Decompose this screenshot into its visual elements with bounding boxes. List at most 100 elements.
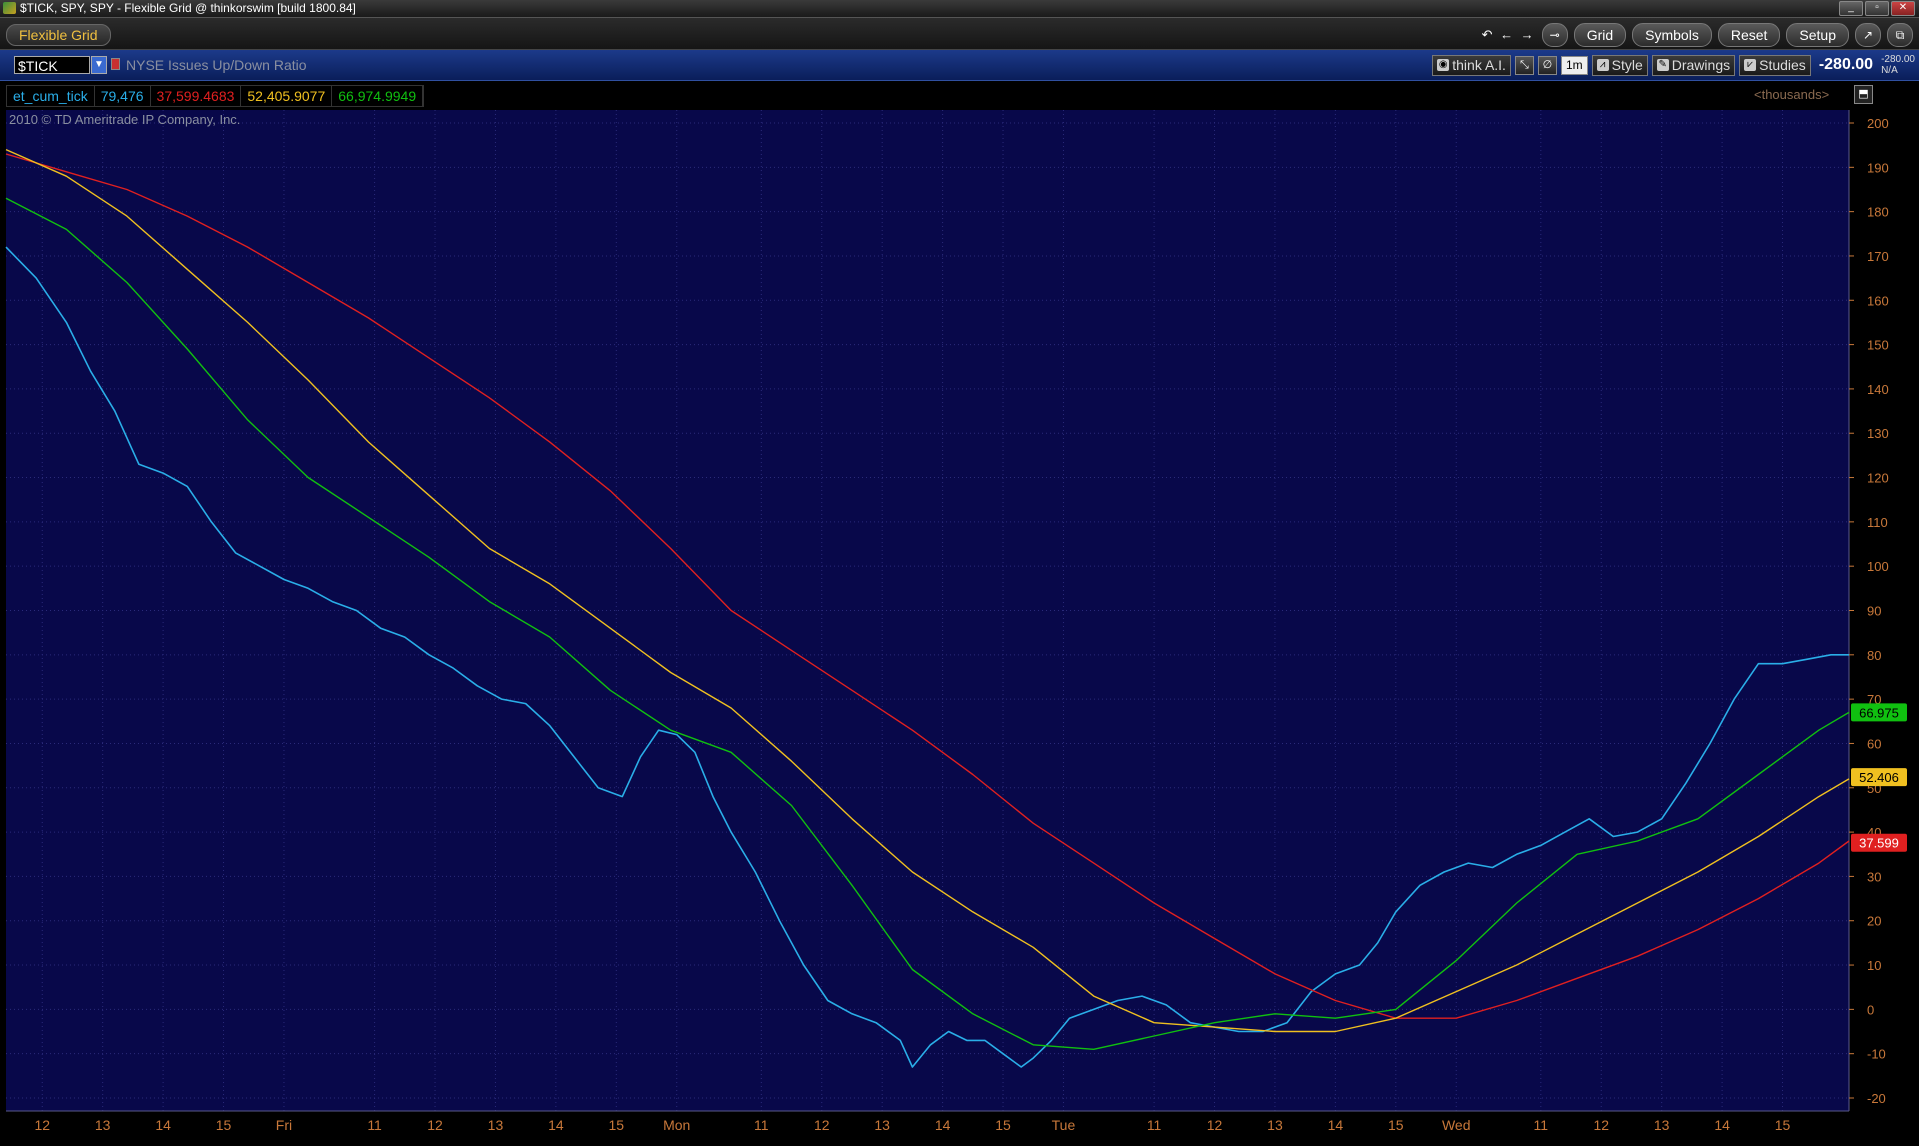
main-toolbar: Flexible Grid ↶ ← → ⊸ Grid Symbols Reset…: [0, 18, 1919, 50]
studies-icon: ⩗: [1744, 59, 1757, 71]
y-tick-label: -10: [1867, 1047, 1886, 1062]
last-price: -280.00: [1818, 56, 1874, 73]
grid-button[interactable]: Grid: [1573, 23, 1627, 47]
y-tick-label: 160: [1867, 293, 1889, 308]
y-tick-label: 0: [1867, 1002, 1874, 1017]
x-tick-label: 15: [216, 1117, 232, 1133]
close-button[interactable]: ✕: [1891, 1, 1915, 16]
detach-icon[interactable]: ⧉: [1887, 23, 1913, 47]
price-change: -280.00: [1881, 54, 1915, 65]
symbols-button[interactable]: Symbols: [1632, 23, 1712, 47]
price-change-percent: N/A: [1881, 65, 1898, 76]
x-tick-label: Wed: [1442, 1117, 1471, 1133]
x-tick-label: 15: [995, 1117, 1011, 1133]
x-tick-label: 14: [155, 1117, 171, 1133]
y-tick-label: 60: [1867, 736, 1881, 751]
window-title-bar: $TICK, SPY, SPY - Flexible Grid @ thinko…: [0, 0, 1919, 18]
maximize-button[interactable]: ▫: [1865, 1, 1889, 16]
studies-label: Studies: [1759, 56, 1806, 73]
y-tick-label: -20: [1867, 1091, 1886, 1106]
price-label: 37.599: [1859, 836, 1899, 851]
x-tick-label: 12: [1593, 1117, 1609, 1133]
study-value-red: 37,599.4683: [151, 86, 242, 106]
window-controls: _ ▫ ✕: [1839, 1, 1915, 16]
x-tick-label: 13: [488, 1117, 504, 1133]
chart-header-controls: ◉ think A.I. ⤡ ∅ 1m ⩘ Style ✎ Drawings ⩗…: [1432, 54, 1915, 76]
y-tick-label: 10: [1867, 958, 1881, 973]
timeframe-button[interactable]: 1m: [1560, 55, 1588, 75]
studies-button[interactable]: ⩗ Studies: [1739, 54, 1811, 76]
drawings-button[interactable]: ✎ Drawings: [1651, 54, 1736, 76]
drawings-label: Drawings: [1671, 56, 1731, 73]
x-tick-label: 12: [34, 1117, 50, 1133]
toolbar-actions: ↶ ← → ⊸ Grid Symbols Reset Setup ↗ ⧉: [1482, 23, 1913, 47]
think-ai-label: think A.I.: [1452, 56, 1506, 73]
style-icon: ⩘: [1596, 59, 1609, 71]
x-tick-label: 15: [1388, 1117, 1404, 1133]
symbol-input[interactable]: $TICK: [14, 56, 90, 74]
history-arrows[interactable]: ↶ ← →: [1482, 27, 1536, 43]
drawing-tool-icon[interactable]: ⤡: [1514, 55, 1534, 75]
x-tick-label: 15: [609, 1117, 625, 1133]
price-chart[interactable]: -20-100102030405060708090100110120130140…: [0, 81, 1919, 1146]
x-tick-label: 12: [814, 1117, 830, 1133]
price-change-block: -280.00 N/A: [1881, 54, 1915, 76]
x-tick-label: 12: [427, 1117, 443, 1133]
y-tick-label: 130: [1867, 426, 1889, 441]
copyright-text: 2010 © TD Ameritrade IP Company, Inc.: [9, 112, 241, 127]
chart-header: $TICK ▼ NYSE Issues Up/Down Ratio ◉ thin…: [0, 50, 1919, 81]
y-tick-label: 80: [1867, 648, 1881, 663]
x-tick-label: 13: [1267, 1117, 1283, 1133]
x-tick-label: Tue: [1052, 1117, 1076, 1133]
link-icon[interactable]: ⊸: [1541, 23, 1568, 47]
pin-icon[interactable]: ↗: [1855, 23, 1881, 47]
x-tick-label: 11: [367, 1117, 382, 1133]
setup-button[interactable]: Setup: [1786, 23, 1849, 47]
x-tick-label: 12: [1207, 1117, 1223, 1133]
flag-icon: [111, 58, 120, 70]
style-button[interactable]: ⩘ Style: [1591, 54, 1648, 76]
think-ai-icon: ◉: [1437, 59, 1450, 71]
x-tick-label: 11: [754, 1117, 769, 1133]
x-tick-label: 14: [548, 1117, 564, 1133]
y-tick-label: 140: [1867, 382, 1889, 397]
app-icon: [3, 2, 16, 14]
drawings-icon: ✎: [1656, 59, 1669, 71]
y-tick-label: 170: [1867, 249, 1889, 264]
reset-button[interactable]: Reset: [1717, 23, 1781, 47]
chart-area[interactable]: -20 -10 0 10 20 30 40 50 60 70 80 90 100 110 120 130 140…: [0, 81, 1919, 1146]
y-tick-label: 110: [1867, 515, 1888, 530]
think-ai-button[interactable]: ◉ think A.I.: [1432, 54, 1511, 76]
y-tick-label: 200: [1867, 116, 1889, 131]
minimize-button[interactable]: _: [1839, 1, 1863, 16]
x-tick-label: 13: [874, 1117, 890, 1133]
style-label: Style: [1611, 56, 1643, 73]
y-tick-label: 30: [1867, 869, 1881, 884]
x-tick-label: 13: [1654, 1117, 1670, 1133]
x-tick-label: 15: [1775, 1117, 1791, 1133]
symbol-dropdown-icon[interactable]: ▼: [91, 56, 107, 74]
units-label: <thousands>: [1754, 87, 1830, 102]
y-tick-label: 90: [1867, 604, 1881, 619]
y-tick-label: 100: [1867, 559, 1889, 574]
study-name[interactable]: et_cum_tick: [7, 86, 95, 106]
study-value-yellow: 52,405.9077: [241, 86, 333, 106]
x-tick-label: Fri: [276, 1117, 292, 1133]
x-tick-label: 14: [1714, 1117, 1730, 1133]
price-label: 52.406: [1859, 770, 1899, 785]
x-tick-label: Mon: [663, 1117, 690, 1133]
pattern-icon[interactable]: ∅: [1537, 55, 1557, 75]
grid-name-button[interactable]: Flexible Grid: [6, 24, 111, 46]
y-tick-label: 20: [1867, 914, 1881, 929]
study-value-green: 66,974.9949: [332, 86, 424, 106]
symbol-description: NYSE Issues Up/Down Ratio: [126, 57, 307, 73]
y-axis-strip: [1849, 110, 1919, 1146]
x-tick-label: 11: [1147, 1117, 1162, 1133]
y-tick-label: 190: [1867, 160, 1889, 175]
study-values-bar: et_cum_tick 79,476 37,599.4683 52,405.90…: [6, 85, 425, 107]
x-tick-label: 13: [95, 1117, 111, 1133]
x-tick-label: 14: [935, 1117, 951, 1133]
y-tick-label: 150: [1867, 338, 1889, 353]
price-label: 66.975: [1859, 705, 1899, 720]
chart-settings-icon[interactable]: ⬒: [1854, 85, 1873, 104]
